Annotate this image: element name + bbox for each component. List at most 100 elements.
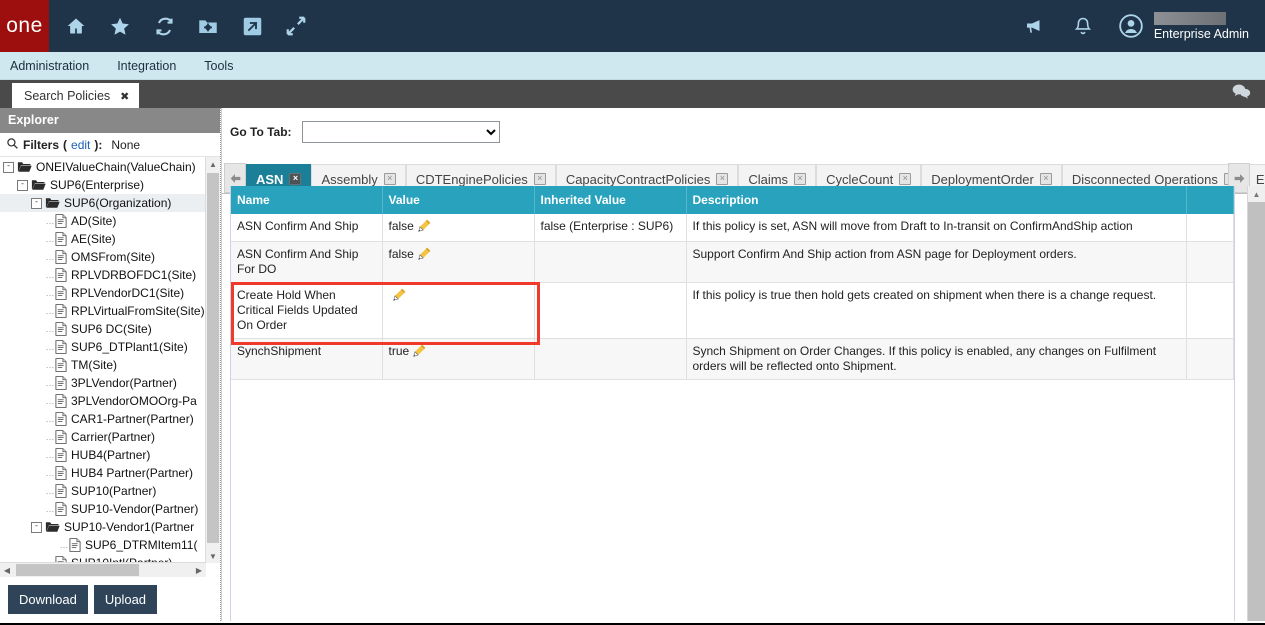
cell-policy-value[interactable]: false: [382, 214, 535, 242]
tree-connector-icon: …: [45, 504, 55, 514]
file-icon: [55, 322, 67, 336]
explorer-hscroll-thumb[interactable]: [16, 564, 139, 576]
filters-edit-link[interactable]: edit: [71, 138, 90, 152]
upload-button[interactable]: Upload: [93, 584, 158, 614]
tree-node[interactable]: … AE(Site): [0, 230, 206, 248]
edit-pencil-icon[interactable]: [413, 344, 426, 361]
tree-node[interactable]: … CAR1-Partner(Partner): [0, 410, 206, 428]
close-icon[interactable]: ×: [533, 173, 546, 185]
tree-node-label: SUP6 DC(Site): [71, 322, 152, 336]
tree-expander-icon[interactable]: -: [31, 521, 42, 533]
user-avatar-icon[interactable]: [1117, 12, 1145, 40]
cell-inherited-value: [534, 338, 687, 380]
tree-node[interactable]: … Carrier(Partner): [0, 428, 206, 446]
close-icon[interactable]: ✖: [120, 90, 129, 103]
tree-node[interactable]: … 3PLVendorOMOOrg-Pa: [0, 392, 206, 410]
tree-connector-icon: …: [45, 324, 55, 334]
scroll-down-arrow-icon[interactable]: ▼: [206, 549, 220, 563]
content-scroll-up-arrow-icon[interactable]: ▲: [1248, 186, 1265, 202]
close-icon[interactable]: ×: [1039, 173, 1052, 185]
column-header-description[interactable]: Description: [686, 186, 1187, 214]
menu-item-integration[interactable]: Integration: [117, 59, 176, 73]
file-icon: [55, 232, 67, 246]
tree-expander-icon[interactable]: -: [3, 161, 14, 173]
column-header-name[interactable]: Name: [231, 186, 383, 214]
close-icon[interactable]: ×: [899, 173, 912, 185]
column-header-value[interactable]: Value: [382, 186, 535, 214]
folder-settings-icon[interactable]: [195, 13, 221, 39]
explorer-filters: Filters ( edit ): None: [0, 133, 220, 156]
column-header-inherited-value[interactable]: Inherited Value: [534, 186, 687, 214]
tree-expander-icon[interactable]: -: [31, 197, 42, 209]
table-row[interactable]: Create Hold When Critical Fields Updated…: [231, 282, 1234, 339]
tree-expander-icon[interactable]: -: [17, 179, 28, 191]
tree-node[interactable]: … SUP6_DTRMItem11(: [0, 536, 206, 554]
user-menu[interactable]: Enterprise Admin: [1117, 11, 1249, 41]
workspace: Explorer Filters ( edit ): None - ONEIVal…: [0, 108, 1265, 621]
tree-node[interactable]: … OMSFrom(Site): [0, 248, 206, 266]
explorer-horizontal-scrollbar[interactable]: ◀ ▶: [0, 562, 206, 577]
policy-tab-label: Disconnected Operations: [1071, 171, 1218, 187]
refresh-icon[interactable]: [151, 13, 177, 39]
chat-bubbles-icon[interactable]: [1229, 82, 1253, 105]
edit-pencil-icon[interactable]: [418, 219, 431, 236]
cell-inherited-value: false (Enterprise : SUP6): [534, 214, 687, 242]
tree-node-label: SUP6_DTRMItem11(: [85, 538, 198, 552]
tree-node[interactable]: … HUB4 Partner(Partner): [0, 464, 206, 482]
tree-node[interactable]: … RPLVendorDC1(Site): [0, 284, 206, 302]
policy-table: Name Value Inherited Value Description A…: [231, 186, 1234, 380]
star-icon[interactable]: [107, 13, 133, 39]
folder-icon: [45, 197, 60, 209]
cell-description: If this policy is set, ASN will move fro…: [686, 214, 1187, 242]
go-to-tab-select[interactable]: [301, 121, 500, 143]
menu-item-administration[interactable]: Administration: [10, 59, 89, 73]
tree-node[interactable]: … TM(Site): [0, 356, 206, 374]
app-tab-search-policies[interactable]: Search Policies ✖: [12, 83, 140, 109]
table-row[interactable]: ASN Confirm And Ship false false (Enterpri…: [231, 214, 1234, 242]
close-icon[interactable]: ×: [716, 173, 729, 185]
tree-node[interactable]: … SUP10(Partner): [0, 482, 206, 500]
megaphone-icon[interactable]: [1021, 12, 1049, 40]
file-icon: [55, 340, 67, 354]
one-logo[interactable]: one: [0, 0, 49, 52]
content-vertical-scrollbar[interactable]: ▲: [1247, 186, 1265, 621]
tree-node[interactable]: … AD(Site): [0, 212, 206, 230]
cell-policy-value[interactable]: false: [382, 241, 535, 283]
file-icon: [55, 268, 67, 282]
tree-connector-icon: …: [45, 486, 55, 496]
content-vscroll-thumb[interactable]: [1248, 203, 1265, 621]
explorer-vertical-scrollbar[interactable]: ▲ ▼: [205, 157, 220, 563]
close-icon[interactable]: ×: [794, 173, 807, 185]
bell-icon[interactable]: [1069, 12, 1097, 40]
tree-node[interactable]: - SUP6(Organization): [0, 194, 206, 212]
edit-pencil-icon[interactable]: [392, 288, 406, 305]
table-row[interactable]: ASN Confirm And Ship For DO false Support …: [231, 241, 1234, 283]
menu-item-tools[interactable]: Tools: [204, 59, 233, 73]
cell-policy-value[interactable]: true: [382, 338, 535, 380]
tree-node[interactable]: … HUB4(Partner): [0, 446, 206, 464]
cell-policy-value[interactable]: [382, 282, 535, 339]
close-icon[interactable]: ×: [289, 173, 302, 185]
tree-node-label: SUP10-Vendor(Partner): [71, 502, 199, 516]
open-external-icon[interactable]: [239, 13, 265, 39]
download-button[interactable]: Download: [8, 584, 88, 614]
tree-node[interactable]: … SUP6 DC(Site): [0, 320, 206, 338]
tree-node[interactable]: - SUP10-Vendor1(Partner: [0, 518, 206, 536]
explorer-vscroll-thumb[interactable]: [207, 173, 219, 543]
tree-node[interactable]: … RPLVirtualFromSite(Site): [0, 302, 206, 320]
edit-pencil-icon[interactable]: [418, 247, 431, 264]
tree-node[interactable]: … RPLVDRBOFDC1(Site): [0, 266, 206, 284]
tree-node[interactable]: … SUP6_DTPlant1(Site): [0, 338, 206, 356]
close-icon[interactable]: ×: [383, 173, 396, 185]
tree-node[interactable]: - ONEIValueChain(ValueChain): [0, 158, 206, 176]
scroll-up-arrow-icon[interactable]: ▲: [206, 157, 220, 171]
tree-node[interactable]: … 3PLVendor(Partner): [0, 374, 206, 392]
scroll-right-arrow-icon[interactable]: ▶: [192, 563, 206, 577]
expand-icon[interactable]: [283, 13, 309, 39]
cell-spacer: [1186, 282, 1234, 339]
scroll-left-arrow-icon[interactable]: ◀: [0, 563, 14, 577]
tree-node[interactable]: … SUP10-Vendor(Partner): [0, 500, 206, 518]
tree-node[interactable]: - SUP6(Enterprise): [0, 176, 206, 194]
table-row[interactable]: SynchShipment true Synch Shipment on Order…: [231, 338, 1234, 380]
home-icon[interactable]: [63, 13, 89, 39]
